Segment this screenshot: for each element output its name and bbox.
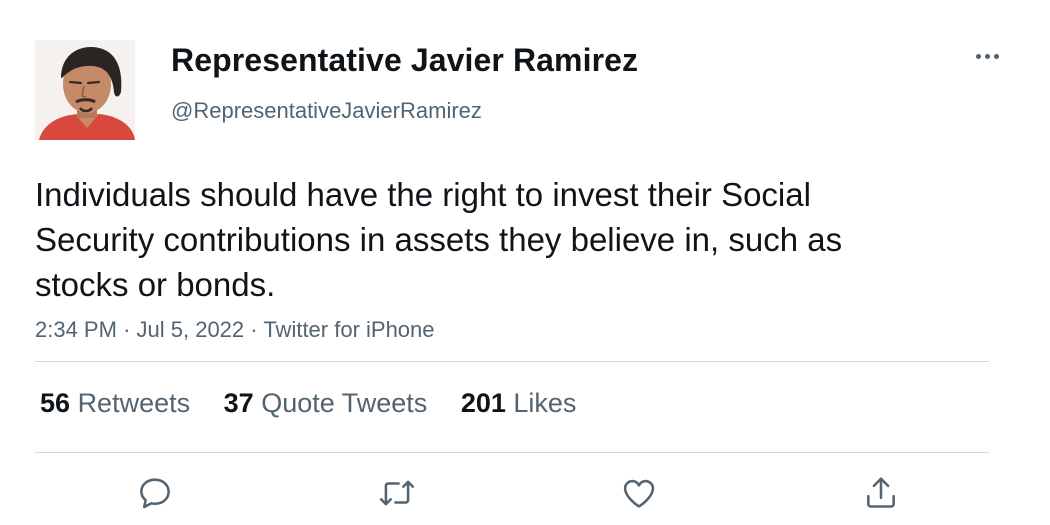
meta-separator: · bbox=[123, 317, 131, 342]
avatar-photo bbox=[35, 40, 135, 140]
user-handle[interactable]: @RepresentativeJavierRamirez bbox=[171, 98, 482, 124]
retweets-count: 56 bbox=[40, 388, 71, 418]
tweet-stats: 56 Retweets 37 Quote Tweets 201 Likes bbox=[40, 388, 602, 419]
likes-label: Likes bbox=[513, 388, 577, 418]
meta-separator: · bbox=[250, 317, 258, 342]
divider bbox=[35, 361, 989, 362]
more-options-icon[interactable] bbox=[972, 50, 1004, 64]
likes-count: 201 bbox=[460, 388, 506, 418]
tweet-meta: 2:34 PM · Jul 5, 2022 · Twitter for iPho… bbox=[35, 317, 435, 343]
reply-icon[interactable] bbox=[136, 474, 176, 514]
display-name[interactable]: Representative Javier Ramirez bbox=[171, 42, 638, 79]
retweets-stat[interactable]: 56 Retweets bbox=[40, 388, 190, 418]
tweet-text: Individuals should have the right to inv… bbox=[35, 176, 843, 303]
tweet-time[interactable]: 2:34 PM bbox=[35, 317, 117, 342]
retweets-label: Retweets bbox=[77, 388, 191, 418]
avatar[interactable] bbox=[35, 40, 135, 140]
retweet-icon[interactable] bbox=[378, 474, 418, 514]
tweet-date[interactable]: Jul 5, 2022 bbox=[137, 317, 245, 342]
quote-tweets-label: Quote Tweets bbox=[261, 388, 428, 418]
quote-tweets-stat[interactable]: 37 Quote Tweets bbox=[224, 388, 428, 418]
share-icon[interactable] bbox=[862, 474, 902, 514]
tweet-source[interactable]: Twitter for iPhone bbox=[263, 317, 434, 342]
like-icon[interactable] bbox=[620, 474, 660, 514]
divider bbox=[35, 452, 989, 453]
likes-stat[interactable]: 201 Likes bbox=[461, 388, 577, 418]
quote-tweets-count: 37 bbox=[223, 388, 254, 418]
